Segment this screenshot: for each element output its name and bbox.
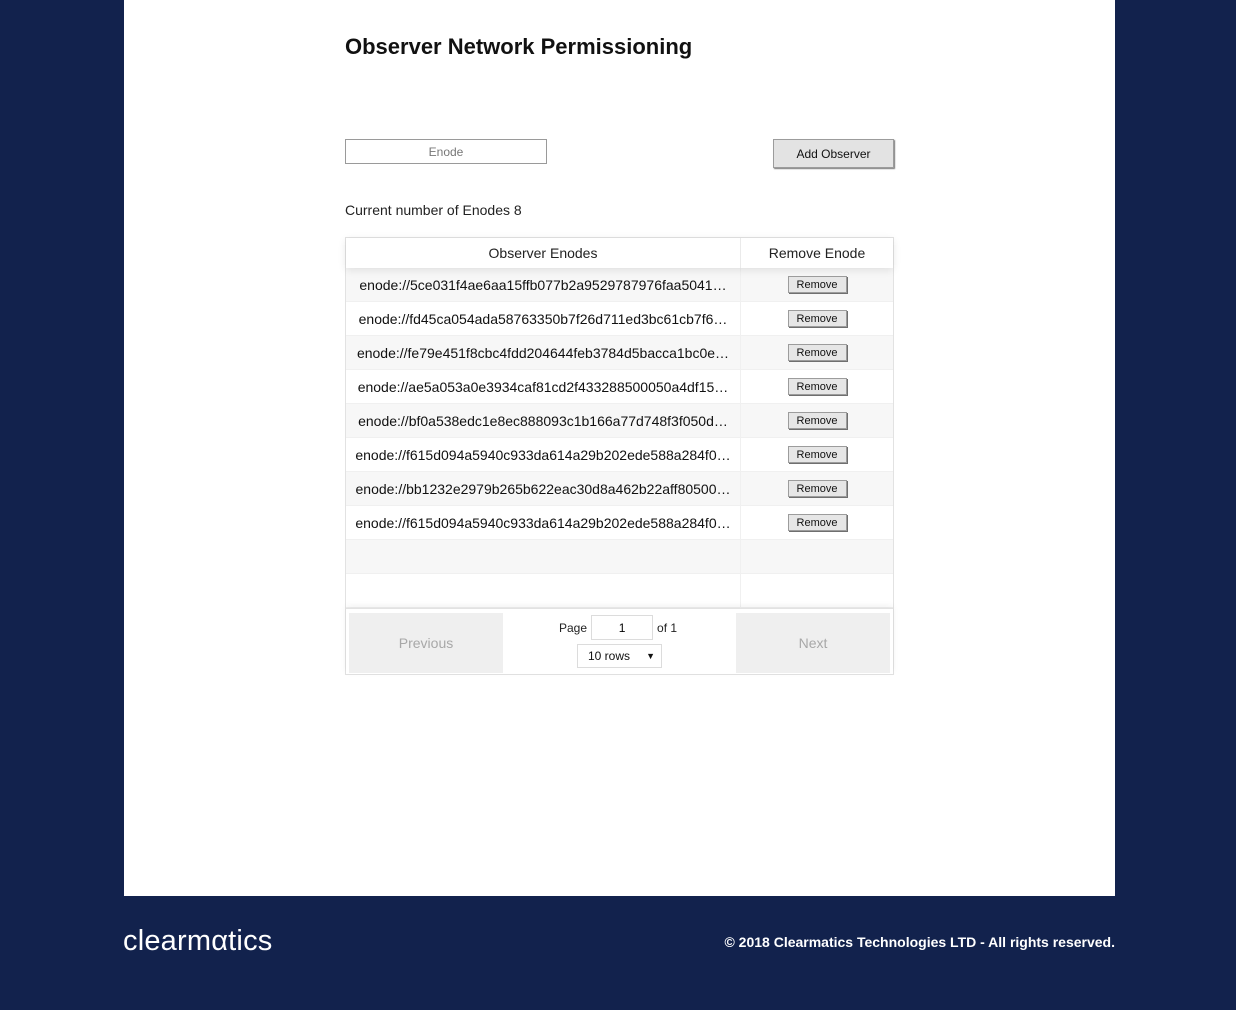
remove-enode-button[interactable]: Remove bbox=[787, 276, 847, 293]
table-row: enode://ae5a053a0e3934caf81cd2f433288500… bbox=[346, 370, 893, 404]
remove-enode-button[interactable]: Remove bbox=[787, 412, 847, 429]
observer-table: Observer Enodes Remove Enode enode://5ce… bbox=[345, 237, 894, 675]
remove-cell bbox=[741, 540, 893, 573]
table-body: enode://5ce031f4ae6aa15ffb077b2a95297879… bbox=[346, 268, 893, 608]
enode-value: enode://bf0a538edc1e8ec888093c1b166a77d7… bbox=[358, 412, 728, 429]
table-row: enode://bb1232e2979b265b622eac30d8a462b2… bbox=[346, 472, 893, 506]
enode-value: enode://bb1232e2979b265b622eac30d8a462b2… bbox=[355, 480, 731, 497]
enode-cell: enode://5ce031f4ae6aa15ffb077b2a95297879… bbox=[346, 268, 741, 301]
enode-cell: enode://fd45ca054ada58763350b7f26d711ed3… bbox=[346, 302, 741, 335]
table-row: enode://f615d094a5940c933da614a29b202ede… bbox=[346, 438, 893, 472]
remove-cell: Remove bbox=[741, 506, 893, 539]
table-row: enode://fe79e451f8cbc4fdd204644feb3784d5… bbox=[346, 336, 893, 370]
next-page-button[interactable]: Next bbox=[736, 613, 890, 673]
enode-cell: enode://f615d094a5940c933da614a29b202ede… bbox=[346, 438, 741, 471]
content-panel: Observer Network Permissioning Add Obser… bbox=[124, 0, 1115, 896]
page-number-input[interactable] bbox=[591, 615, 654, 640]
enode-value: enode://fe79e451f8cbc4fdd204644feb3784d5… bbox=[356, 344, 730, 361]
rows-per-page-select[interactable]: 10 rows ▼ bbox=[577, 644, 662, 668]
enode-input[interactable] bbox=[345, 139, 547, 164]
enode-value: enode://ae5a053a0e3934caf81cd2f433288500… bbox=[357, 378, 729, 395]
enode-count-label: Current number of Enodes 8 bbox=[345, 202, 522, 218]
enode-cell bbox=[346, 540, 741, 573]
remove-enode-button[interactable]: Remove bbox=[787, 378, 847, 395]
remove-cell: Remove bbox=[741, 438, 893, 471]
empty-table-row bbox=[346, 574, 893, 608]
enode-value: enode://f615d094a5940c933da614a29b202ede… bbox=[355, 514, 731, 531]
enode-value: enode://f615d094a5940c933da614a29b202ede… bbox=[355, 446, 731, 463]
page-label: Page bbox=[559, 620, 588, 635]
enode-cell: enode://f615d094a5940c933da614a29b202ede… bbox=[346, 506, 741, 539]
remove-cell: Remove bbox=[741, 336, 893, 369]
chevron-down-icon: ▼ bbox=[646, 651, 655, 661]
remove-enode-button[interactable]: Remove bbox=[787, 480, 847, 497]
enode-cell: enode://bb1232e2979b265b622eac30d8a462b2… bbox=[346, 472, 741, 505]
remove-enode-button[interactable]: Remove bbox=[787, 344, 847, 361]
column-header-remove-enode[interactable]: Remove Enode bbox=[741, 238, 893, 268]
enode-value: enode://5ce031f4ae6aa15ffb077b2a95297879… bbox=[359, 276, 727, 293]
page-title: Observer Network Permissioning bbox=[345, 34, 693, 59]
page-total-label: of 1 bbox=[657, 620, 678, 635]
table-row: enode://f615d094a5940c933da614a29b202ede… bbox=[346, 506, 893, 540]
enode-value: enode://fd45ca054ada58763350b7f26d711ed3… bbox=[358, 310, 728, 327]
remove-enode-button[interactable]: Remove bbox=[787, 310, 847, 327]
remove-cell bbox=[741, 574, 893, 607]
previous-page-button[interactable]: Previous bbox=[349, 613, 503, 673]
remove-cell: Remove bbox=[741, 404, 893, 437]
remove-cell: Remove bbox=[741, 370, 893, 403]
add-observer-button[interactable]: Add Observer bbox=[773, 139, 894, 168]
remove-cell: Remove bbox=[741, 302, 893, 335]
remove-enode-button[interactable]: Remove bbox=[787, 514, 847, 531]
table-row: enode://bf0a538edc1e8ec888093c1b166a77d7… bbox=[346, 404, 893, 438]
copyright-text: © 2018 Clearmatics Technologies LTD - Al… bbox=[724, 934, 1115, 950]
table-row: enode://fd45ca054ada58763350b7f26d711ed3… bbox=[346, 302, 893, 336]
page-controls: Page of 1 10 rows ▼ bbox=[559, 615, 689, 668]
enode-cell: enode://fe79e451f8cbc4fdd204644feb3784d5… bbox=[346, 336, 741, 369]
empty-table-row bbox=[346, 540, 893, 574]
enode-cell bbox=[346, 574, 741, 607]
table-header: Observer Enodes Remove Enode bbox=[346, 238, 893, 268]
rows-per-page-value: 10 rows bbox=[588, 649, 631, 663]
remove-cell: Remove bbox=[741, 472, 893, 505]
clearmatics-logo: clearmαtics bbox=[123, 925, 273, 957]
table-row: enode://5ce031f4ae6aa15ffb077b2a95297879… bbox=[346, 268, 893, 302]
column-header-observer-enodes[interactable]: Observer Enodes bbox=[346, 238, 741, 268]
pagination-bar: Previous Page of 1 10 rows ▼ Next bbox=[346, 608, 893, 674]
remove-cell: Remove bbox=[741, 268, 893, 301]
enode-cell: enode://ae5a053a0e3934caf81cd2f433288500… bbox=[346, 370, 741, 403]
remove-enode-button[interactable]: Remove bbox=[787, 446, 847, 463]
enode-cell: enode://bf0a538edc1e8ec888093c1b166a77d7… bbox=[346, 404, 741, 437]
